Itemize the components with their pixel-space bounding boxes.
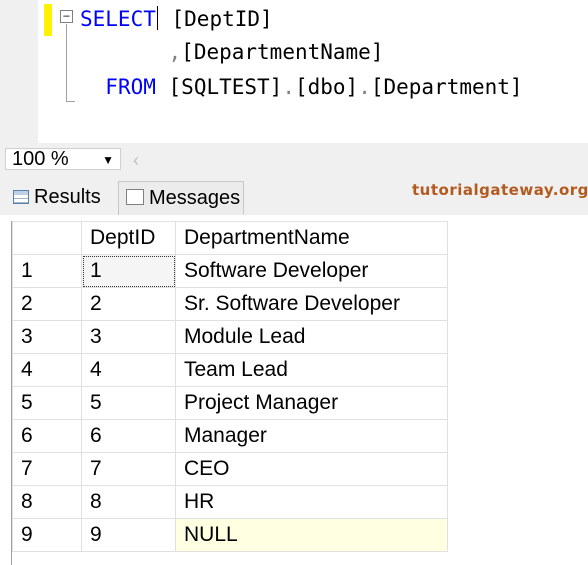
cell-deptid[interactable]: 2: [81, 287, 176, 321]
cell-departmentname[interactable]: Sr. Software Developer: [175, 287, 448, 321]
schema-name: [dbo]: [294, 75, 359, 99]
keyword-select: SELECT: [80, 7, 156, 31]
watermark: tutorialgateway.org: [412, 181, 588, 199]
table-row[interactable]: 6 6 Manager: [12, 419, 448, 453]
table-row[interactable]: 7 7 CEO: [12, 452, 448, 486]
column-departmentname: [DepartmentName]: [181, 40, 384, 64]
table-row[interactable]: 2 2 Sr. Software Developer: [12, 287, 448, 321]
chevron-down-icon[interactable]: ▼: [102, 150, 114, 170]
cell-departmentname[interactable]: CEO: [175, 452, 448, 486]
row-number[interactable]: 5: [12, 386, 82, 420]
table-row[interactable]: 5 5 Project Manager: [12, 386, 448, 420]
cell-deptid[interactable]: 3: [81, 320, 176, 354]
grid-icon: [13, 190, 29, 204]
cell-departmentname[interactable]: Module Lead: [175, 320, 448, 354]
code-line-2[interactable]: ,[DepartmentName]: [80, 39, 384, 65]
cell-deptid[interactable]: 7: [81, 452, 176, 486]
editor-status-bar: 100 % ▼ ‹: [0, 143, 588, 177]
column-deptid: [DeptID]: [171, 7, 273, 31]
tab-messages-label: Messages: [149, 187, 241, 209]
tab-results-label: Results: [34, 186, 101, 208]
row-number[interactable]: 6: [12, 419, 82, 453]
text-caret: [156, 6, 158, 30]
cell-departmentname[interactable]: Manager: [175, 419, 448, 453]
editor-margin: [0, 0, 38, 143]
code-line-1[interactable]: SELECT [DeptID]: [80, 6, 273, 32]
cell-deptid[interactable]: 1: [81, 254, 176, 288]
collapse-toggle-icon[interactable]: −: [60, 10, 73, 23]
results-grid[interactable]: DeptID DepartmentName 1 1 Software Devel…: [12, 221, 448, 552]
row-number[interactable]: 2: [12, 287, 82, 321]
tab-results[interactable]: Results: [6, 181, 116, 215]
code-line-3[interactable]: FROM [SQLTEST].[dbo].[Department]: [80, 74, 523, 100]
table-row[interactable]: 8 8 HR: [12, 485, 448, 519]
row-number-header[interactable]: [12, 221, 82, 255]
cell-departmentname[interactable]: Project Manager: [175, 386, 448, 420]
query-editor[interactable]: − SELECT [DeptID] ,[DepartmentName] FROM…: [0, 0, 588, 143]
scroll-left-icon[interactable]: ‹: [133, 150, 139, 171]
zoom-dropdown[interactable]: 100 % ▼: [5, 148, 121, 170]
cell-departmentname[interactable]: Team Lead: [175, 353, 448, 387]
row-number[interactable]: 1: [12, 254, 82, 288]
dot-separator: .: [358, 75, 371, 99]
row-number[interactable]: 7: [12, 452, 82, 486]
row-number[interactable]: 8: [12, 485, 82, 519]
dot-separator: .: [282, 75, 295, 99]
table-row[interactable]: 4 4 Team Lead: [12, 353, 448, 387]
cell-deptid[interactable]: 5: [81, 386, 176, 420]
cell-deptid[interactable]: 8: [81, 485, 176, 519]
table-row[interactable]: 1 1 Software Developer: [12, 254, 448, 288]
cell-departmentname[interactable]: Software Developer: [175, 254, 448, 288]
outline-guide-end: [66, 101, 75, 102]
comma: ,: [168, 40, 182, 64]
column-header-deptid[interactable]: DeptID: [81, 221, 176, 255]
cell-departmentname[interactable]: HR: [175, 485, 448, 519]
cell-deptid[interactable]: 4: [81, 353, 176, 387]
zoom-value: 100 %: [12, 148, 69, 170]
row-number[interactable]: 3: [12, 320, 82, 354]
grid-header-row: DeptID DepartmentName: [12, 221, 448, 255]
table-row[interactable]: 9 9 NULL: [12, 518, 448, 552]
change-indicator: [44, 4, 52, 36]
database-name: [SQLTEST]: [168, 75, 283, 99]
tab-messages[interactable]: Messages: [118, 181, 244, 215]
column-header-departmentname[interactable]: DepartmentName: [175, 221, 448, 255]
cell-deptid[interactable]: 9: [81, 518, 176, 552]
results-pane: DeptID DepartmentName 1 1 Software Devel…: [0, 215, 588, 565]
keyword-from: FROM: [105, 75, 156, 99]
row-number[interactable]: 4: [12, 353, 82, 387]
table-name: [Department]: [370, 75, 523, 99]
table-row[interactable]: 3 3 Module Lead: [12, 320, 448, 354]
cell-deptid[interactable]: 6: [81, 419, 176, 453]
messages-icon: [126, 189, 144, 205]
outline-guide: [66, 24, 67, 102]
row-number[interactable]: 9: [12, 518, 82, 552]
cell-departmentname-null[interactable]: NULL: [175, 518, 448, 552]
